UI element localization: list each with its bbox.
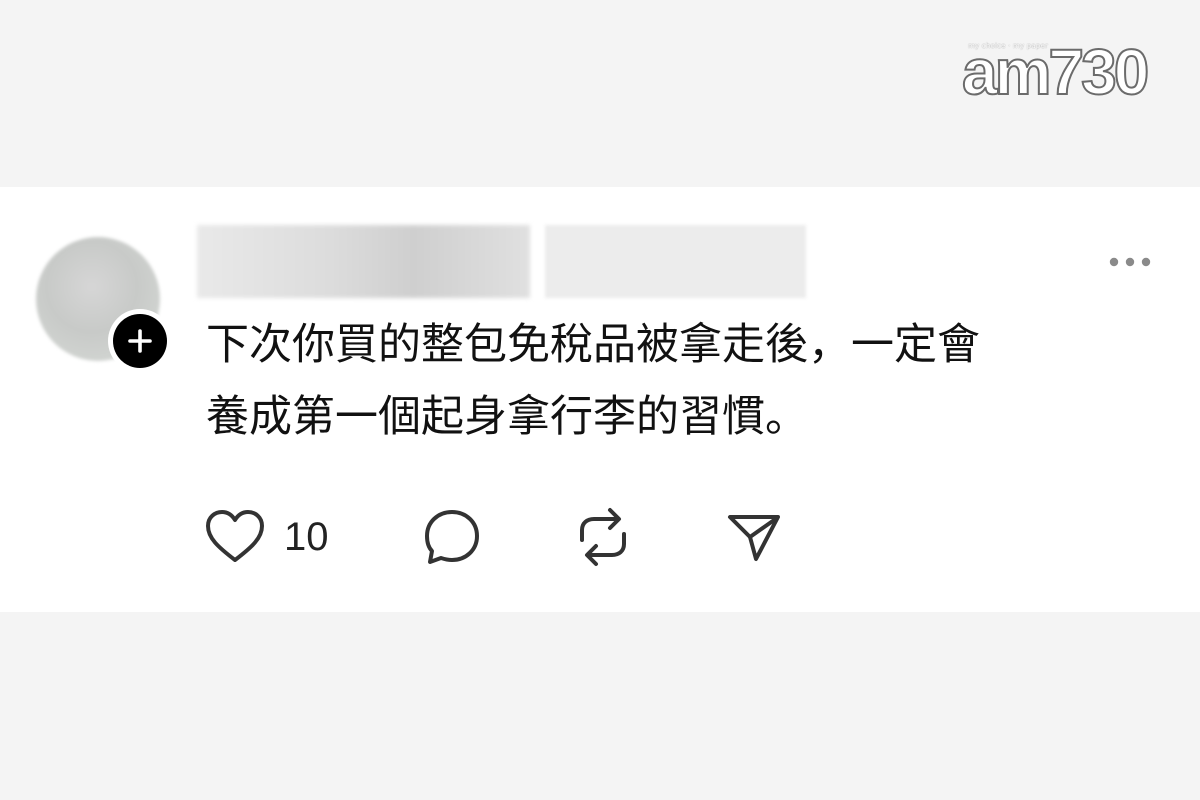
heart-icon: [206, 510, 264, 562]
timestamp-redacted: [545, 225, 806, 298]
follow-button[interactable]: [108, 309, 172, 373]
post-body: 下次你買的整包免稅品被拿走後，一定會 養成第一個起身拿行李的習慣。: [206, 309, 1146, 453]
plus-icon: [128, 329, 152, 353]
reply-button[interactable]: [422, 505, 482, 569]
post-text-line: 下次你買的整包免稅品被拿走後，一定會: [206, 320, 980, 370]
am730-logo: am730 my choice · my paper: [961, 32, 1152, 114]
repost-button[interactable]: [574, 505, 632, 569]
repost-icon: [580, 508, 626, 566]
like-button[interactable]: 10: [204, 505, 329, 569]
post-text-line: 養成第一個起身拿行李的習慣。: [206, 392, 808, 442]
send-icon: [728, 515, 780, 561]
post-card: 下次你買的整包免稅品被拿走後，一定會 養成第一個起身拿行李的習慣。 10: [0, 187, 1200, 612]
comment-icon: [425, 510, 479, 564]
logo-tagline: my choice · my paper: [968, 42, 1049, 50]
like-count: 10: [284, 514, 329, 559]
username-redacted[interactable]: [197, 225, 530, 298]
more-horizontal-icon: [1109, 257, 1151, 267]
more-options-button[interactable]: [1104, 249, 1156, 275]
share-button[interactable]: [724, 505, 784, 569]
